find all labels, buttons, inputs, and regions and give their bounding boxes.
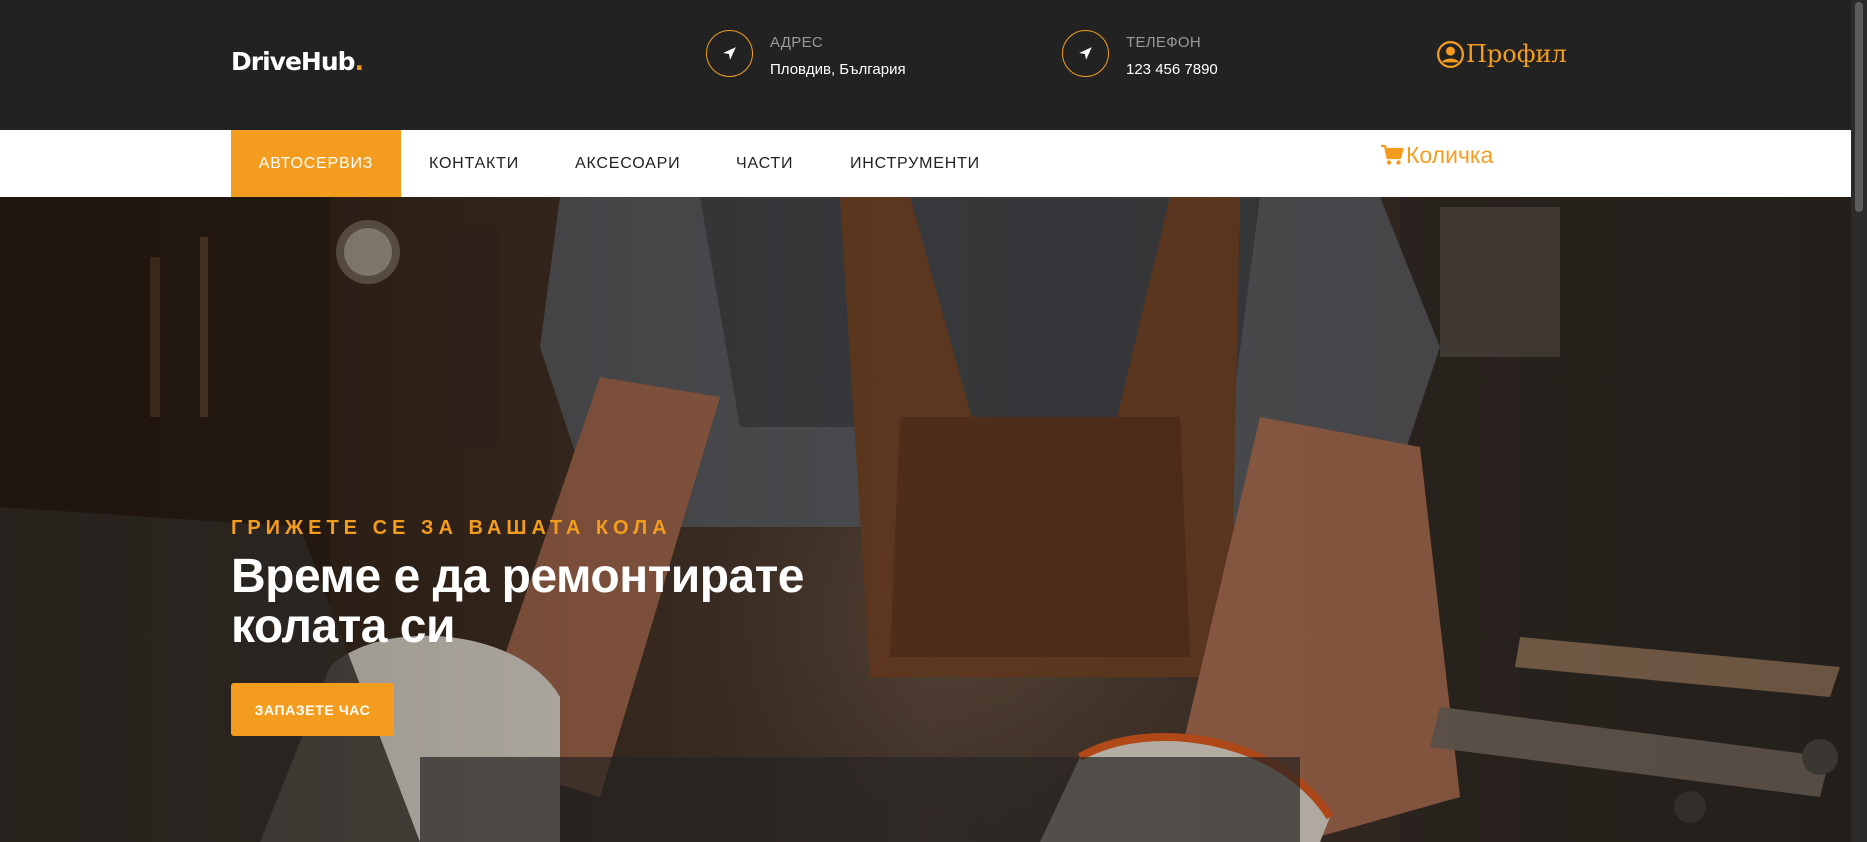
phone-value: 123 456 7890: [1126, 61, 1218, 78]
profile-label: Профил: [1466, 40, 1567, 68]
brand-dot: .: [354, 47, 364, 76]
phone-label: ТЕЛЕФОН: [1126, 34, 1202, 51]
address-label: АДРЕС: [770, 34, 824, 51]
address-value: Пловдив, България: [770, 61, 906, 78]
nav-item-contacts[interactable]: КОНТАКТИ: [429, 130, 519, 197]
main-nav: АВТОСЕРВИЗ КОНТАКТИ АКСЕСОАРИ ЧАСТИ ИНСТ…: [0, 130, 1851, 197]
hero-title: Време е да ремонтирате колата си: [231, 550, 804, 653]
cart-link[interactable]: Количка: [1380, 140, 1493, 170]
nav-item-accessories[interactable]: АКСЕСОАРИ: [575, 130, 680, 197]
address-icon-circle: [706, 30, 753, 77]
shopping-cart-icon: [1381, 144, 1404, 165]
location-arrow-icon: [1079, 47, 1092, 60]
brand-name: DriveHub: [231, 47, 356, 76]
brand-logo[interactable]: DriveHub.: [231, 47, 364, 76]
nav-item-parts[interactable]: ЧАСТИ: [736, 130, 793, 197]
book-appointment-button[interactable]: ЗАПАЗЕТЕ ЧАС: [231, 683, 394, 736]
page-scrollbar[interactable]: [1851, 0, 1867, 842]
scrollbar-thumb[interactable]: [1855, 2, 1863, 212]
top-header: DriveHub. АДРЕС Пловдив, България ТЕЛЕФО…: [0, 0, 1851, 130]
phone-icon-circle: [1062, 30, 1109, 77]
nav-item-auto-service[interactable]: АВТОСЕРВИЗ: [231, 130, 401, 197]
nav-item-tools[interactable]: ИНСТРУМЕНТИ: [850, 130, 980, 197]
location-arrow-icon: [723, 47, 736, 60]
hero-eyebrow: ГРИЖЕТЕ СЕ ЗА ВАШАТА КОЛА: [231, 517, 672, 539]
user-circle-icon: [1437, 40, 1464, 68]
hero-section: ГРИЖЕТЕ СЕ ЗА ВАШАТА КОЛА Време е да рем…: [0, 197, 1851, 842]
profile-link[interactable]: Профил: [1437, 38, 1567, 70]
cart-label: Количка: [1406, 141, 1494, 168]
